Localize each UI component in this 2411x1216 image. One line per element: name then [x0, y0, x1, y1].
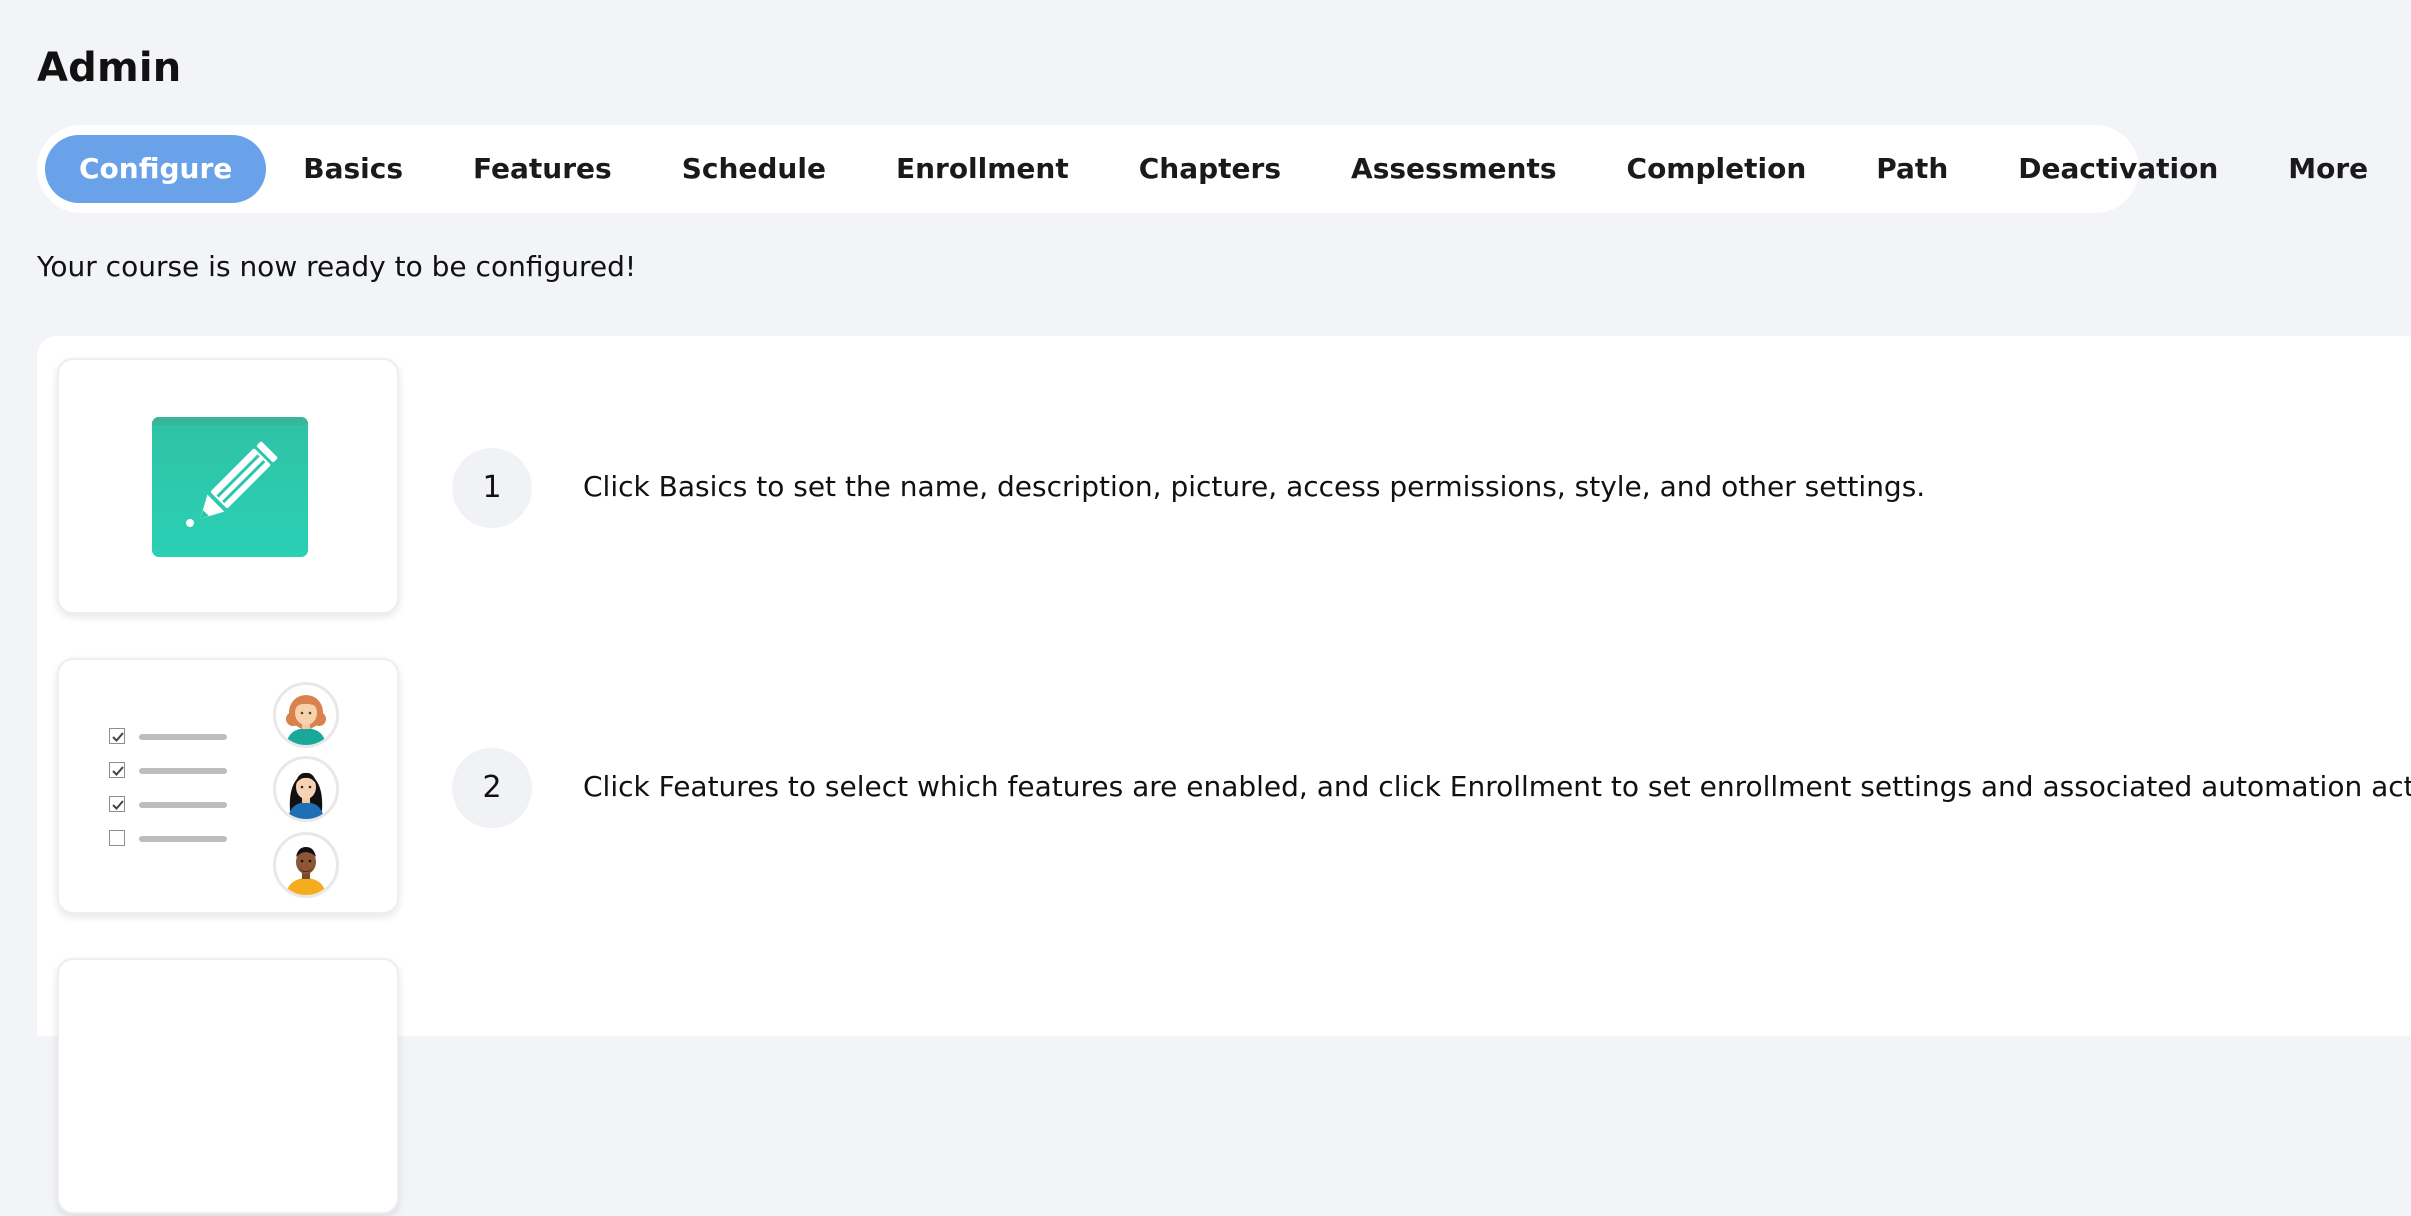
step-1: 1 Click Basics to set the name, descript…	[57, 358, 2411, 616]
avatar-icon	[273, 832, 339, 898]
step-3	[57, 958, 2411, 1216]
checklist-line	[139, 836, 227, 842]
pencil-icon	[152, 417, 308, 557]
tab-enrollment[interactable]: Enrollment	[861, 135, 1104, 203]
tab-features[interactable]: Features	[438, 135, 647, 203]
step-number-badge: 2	[452, 748, 532, 828]
tab-completion[interactable]: Completion	[1592, 135, 1842, 203]
tab-schedule[interactable]: Schedule	[647, 135, 861, 203]
tab-basics[interactable]: Basics	[268, 135, 438, 203]
checklist-line	[139, 734, 227, 740]
avatar-icon	[273, 682, 339, 748]
checklist-line	[139, 802, 227, 808]
tab-deactivation[interactable]: Deactivation	[1983, 135, 2253, 203]
checked-checkbox-icon	[109, 762, 125, 778]
tab-more[interactable]: More	[2253, 135, 2403, 203]
avatar-icon	[273, 756, 339, 822]
checked-checkbox-icon	[109, 796, 125, 812]
step-number-badge: 1	[452, 448, 532, 528]
tab-path[interactable]: Path	[1841, 135, 1983, 203]
step-3-illustration-card	[57, 958, 399, 1214]
checklist-row	[109, 830, 239, 850]
checklist-row	[109, 728, 239, 748]
step-description: Click Basics to set the name, descriptio…	[583, 470, 1926, 503]
unchecked-checkbox-icon	[109, 830, 125, 846]
tab-configure[interactable]: Configure	[45, 135, 267, 203]
page-title: Admin	[37, 45, 182, 91]
step-2-illustration-card	[57, 658, 399, 914]
step-1-illustration-card	[57, 358, 399, 614]
checklist-row	[109, 762, 239, 782]
tab-chapters[interactable]: Chapters	[1104, 135, 1316, 203]
checked-checkbox-icon	[109, 728, 125, 744]
admin-tab-bar: Configure Basics Features Schedule Enrol…	[37, 125, 2368, 213]
checklist-line	[139, 768, 227, 774]
checklist-icon	[109, 728, 239, 878]
configure-steps-panel: 1 Click Basics to set the name, descript…	[37, 336, 2411, 1214]
step-description: Click Features to select which features …	[583, 770, 2411, 803]
intro-message: Your course is now ready to be configure…	[37, 250, 637, 283]
checklist-row	[109, 796, 239, 816]
step-2: 2 Click Features to select which feature…	[57, 658, 2411, 916]
tab-assessments[interactable]: Assessments	[1316, 135, 1591, 203]
